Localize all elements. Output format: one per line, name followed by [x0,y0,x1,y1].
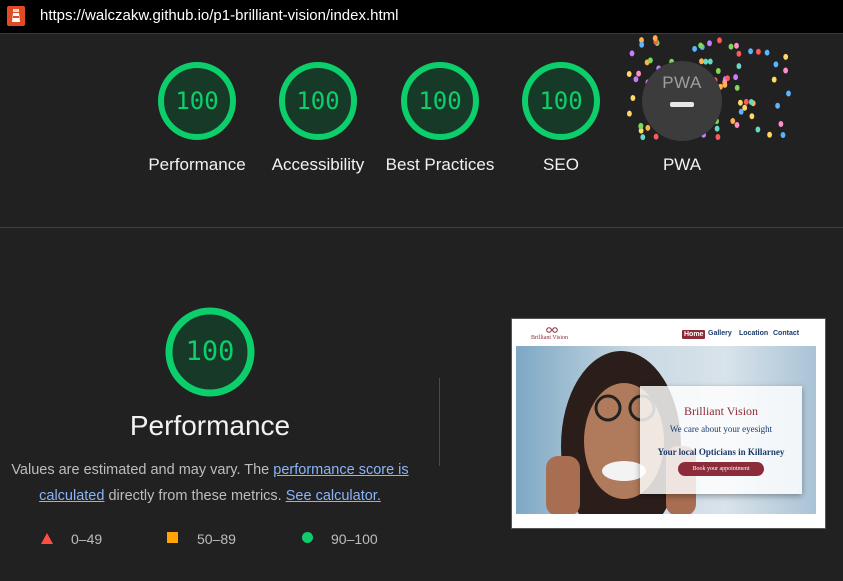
confetti-piece [733,74,738,81]
confetti-piece [783,67,788,74]
gauge-label-performance: Performance [148,155,246,174]
confetti-piece [778,121,784,127]
confetti-piece [652,35,658,42]
hero-card: Brilliant Vision We care about your eyes… [640,386,802,494]
see-calculator-link[interactable]: See calculator. [286,488,381,504]
thumbnail-nav-location: Location [739,330,769,337]
gauge-seo[interactable]: 100 [521,61,601,141]
performance-score: 100 [185,336,235,367]
section-divider [0,227,843,228]
confetti-piece [638,123,644,130]
confetti-piece [698,42,703,49]
confetti-piece [728,43,734,50]
confetti-piece [755,126,761,133]
triangle-icon [41,533,53,544]
gauge-score: 100 [539,87,583,115]
confetti-piece [743,98,749,105]
confetti-piece [715,134,721,140]
confetti-piece [629,50,635,57]
confetti-piece [636,70,641,77]
confetti-piece [734,122,740,128]
confetti-piece [630,95,636,101]
square-icon [167,532,178,543]
confetti-piece [736,50,742,57]
thumbnail-hero: Brilliant Vision We care about your eyes… [516,346,816,514]
confetti-piece [767,131,772,138]
vertical-separator [439,378,440,466]
confetti-piece [722,81,728,88]
confetti-piece [734,84,740,91]
gauge-score: 100 [296,87,340,115]
confetti-piece [748,99,754,105]
confetti-piece [627,110,632,117]
confetti-piece [773,61,779,68]
pwa-dash-mark [670,102,694,107]
confetti-piece [730,118,736,124]
confetti-piece [736,63,742,70]
hero-tagline: We care about your eyesight [669,424,773,434]
confetti-piece [748,48,753,55]
gauge-label-seo: SEO [543,155,579,174]
performance-title: Performance [129,410,291,441]
gauge-score: 100 [418,87,462,115]
gauge-score: 100 [175,87,219,115]
circle-icon [302,532,313,543]
confetti-piece [699,58,704,65]
gauge-performance[interactable]: 100 [157,61,237,141]
hero-heading: Brilliant Vision [683,404,759,418]
confetti-piece [738,99,743,106]
confetti-piece [717,37,722,44]
thumbnail-brand: Brilliant Vision [531,335,569,341]
legend-range-pass: 90–100 [331,531,378,547]
gauge-best-practices[interactable]: 100 [400,61,480,141]
confetti-piece [734,42,739,49]
confetti-piece [775,102,780,109]
confetti-piece [764,49,770,56]
confetti-piece [786,90,791,97]
gauge-label-pwa: PWA [662,155,702,174]
confetti-piece [707,58,713,65]
confetti-piece [707,40,712,47]
confetti-piece [640,134,646,141]
confetti-piece [645,124,651,131]
legend-range-average: 50–89 [197,531,236,547]
performance-gauge-large: 100 [164,306,256,398]
gauge-accessibility[interactable]: 100 [278,61,358,141]
gauge-label-best-practices: Best Practices [385,155,495,174]
confetti-piece [756,48,761,55]
desc-text: directly from these metrics. [104,488,286,504]
hero-cta-button: Book your appointment [678,462,764,476]
legend-range-fail: 0–49 [71,531,103,547]
thumbnail-nav-home: Home [682,330,706,339]
pwa-badge-icon[interactable]: PWA [642,61,722,141]
gauge-label-accessibility: Accessibility [271,155,365,174]
hero-location: Your local Opticians in Killarney [657,447,785,457]
confetti-piece [639,41,645,48]
thumbnail-nav-contact: Contact [773,330,800,337]
confetti-piece [780,132,786,138]
pwa-badge-text: PWA [662,73,702,92]
confetti-piece [703,58,709,65]
confetti-piece [653,133,659,140]
confetti-piece [771,76,777,83]
confetti-piece [692,45,697,52]
performance-description: Values are estimated and may vary. The p… [5,457,415,509]
thumbnail-nav-gallery: Gallery [708,330,732,337]
confetti-piece [626,71,632,77]
thumbnail-navbar: Brilliant Vision Home Gallery Location C… [516,323,816,346]
desc-text: Values are estimated and may vary. The [11,462,274,478]
confetti-piece [742,104,748,111]
confetti-piece [714,125,720,132]
confetti-piece [783,53,789,60]
confetti-piece [648,57,653,64]
glasses-logo-icon [546,327,558,333]
confetti-piece [749,113,755,120]
confetti-piece [633,76,639,83]
